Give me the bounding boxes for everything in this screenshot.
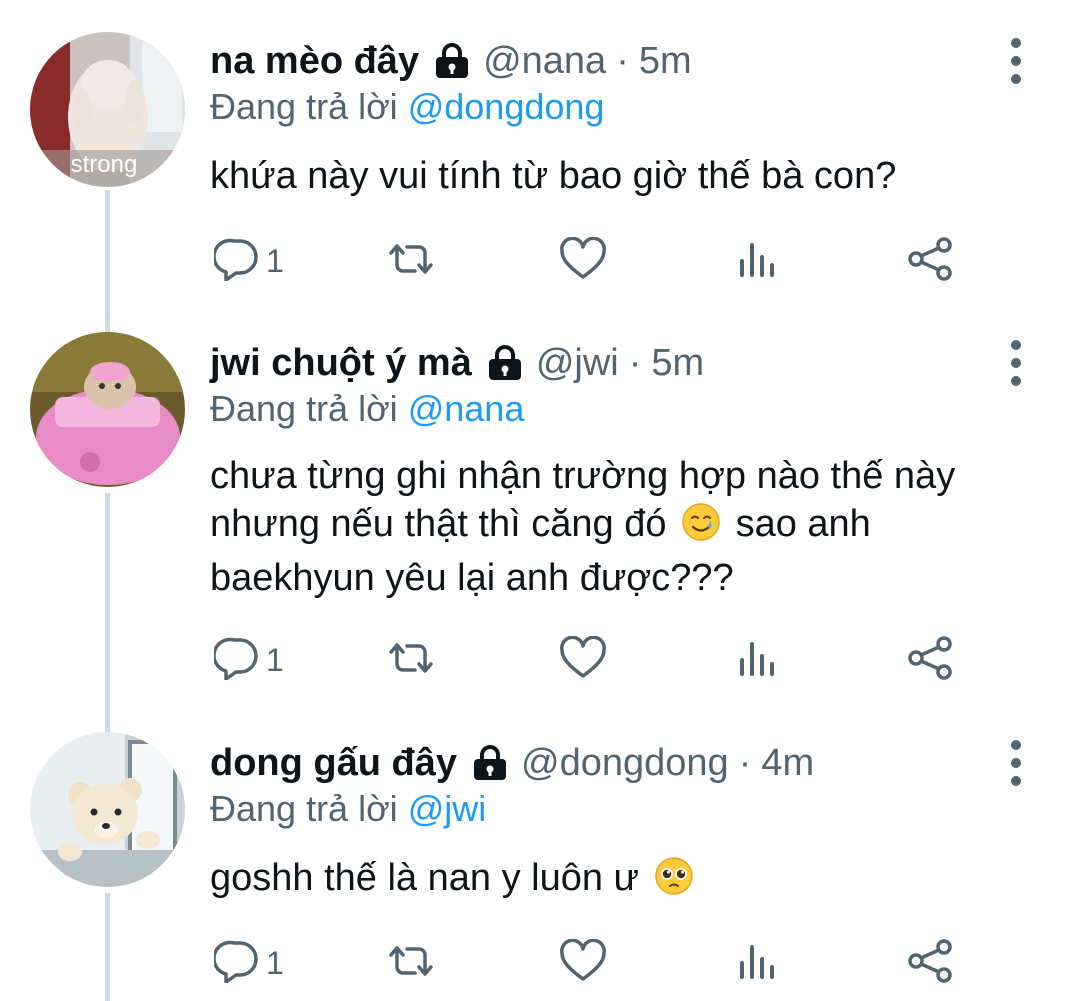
views-button[interactable] [737,938,777,988]
share-icon [906,236,954,286]
tweet[interactable]: dong gấu đây @dongdong · 4m Đang trả lời… [0,732,1080,1001]
action-bar: 1 [0,236,1080,286]
more-icon[interactable] [1004,340,1028,386]
share-icon [906,938,954,988]
user-handle[interactable]: @nana [483,40,606,83]
reply-count: 1 [266,641,284,678]
tweet-header: jwi chuột ý mà @jwi · 5m [210,338,704,388]
lock-icon [486,345,524,381]
separator-dot: · [738,741,752,784]
timestamp[interactable]: 4m [761,742,814,785]
display-name[interactable]: dong gấu đây [210,742,457,785]
retweet-button[interactable] [385,236,437,286]
reply-prefix: Đang trả lời [210,788,398,829]
reply-mention[interactable]: @jwi [408,788,487,829]
more-icon[interactable] [1004,740,1028,786]
like-button[interactable] [558,635,608,685]
tweet-text: khứa này vui tính từ bao giờ thế bà con? [210,152,1030,200]
reply-icon [212,939,260,988]
display-name[interactable]: na mèo đây [210,40,419,83]
timestamp[interactable]: 5m [651,342,704,385]
views-icon [737,239,777,284]
reply-count: 1 [266,242,284,279]
reply-icon [212,636,260,685]
lock-icon [433,43,471,79]
reply-mention[interactable]: @nana [408,388,525,429]
display-name[interactable]: jwi chuột ý mà [210,342,472,385]
timestamp[interactable]: 5m [639,40,692,83]
tweet-text-line: chưa từng ghi nhận trường hợp nào thế nà… [210,455,956,497]
views-icon [737,638,777,683]
reply-prefix: Đang trả lời [210,388,398,429]
reply-icon [212,237,260,286]
replying-to: Đang trả lời @nana [210,388,524,430]
separator-dot: · [628,341,642,384]
retweet-icon [385,239,437,284]
lock-icon [471,745,509,781]
tweet-text-line: goshh thế là nan y luôn ư [210,857,639,899]
reply-mention[interactable]: @dongdong [408,86,605,127]
share-button[interactable] [906,236,954,286]
tweet-header: dong gấu đây @dongdong · 4m [210,738,814,788]
tweet-text-line: khứa này vui tính từ bao giờ thế bà con? [210,155,897,197]
views-icon [737,941,777,986]
reply-prefix: Đang trả lời [210,86,398,127]
user-handle[interactable]: @jwi [536,342,619,385]
reply-button[interactable]: 1 [212,236,284,286]
tweet[interactable]: jwi chuột ý mà @jwi · 5m Đang trả lời @n… [0,332,1080,698]
views-button[interactable] [737,236,777,286]
avatar-label: strong [71,151,138,178]
tweet-text-line: baekhyun yêu lại anh được??? [210,557,734,599]
tweet-text: chưa từng ghi nhận trường hợp nào thế nà… [210,452,1030,602]
replying-to: Đang trả lời @jwi [210,788,486,830]
hamster-in-pink-car-avatar-icon [30,332,185,487]
avatar[interactable] [30,732,185,887]
views-button[interactable] [737,635,777,685]
tweet-text: goshh thế là nan y luôn ư [210,854,1030,908]
like-button[interactable] [558,236,608,286]
like-icon [558,236,608,286]
more-icon[interactable] [1004,38,1028,84]
retweet-button[interactable] [385,938,437,988]
tweet-text-segment: nhưng nếu thật thì căng đó [210,503,667,545]
teddy-bear-window-avatar-icon [30,732,185,887]
like-icon [558,938,608,988]
replying-to: Đang trả lời @dongdong [210,86,604,128]
avatar[interactable] [30,332,185,487]
action-bar: 1 [0,938,1080,988]
user-handle[interactable]: @dongdong [521,742,729,785]
reply-button[interactable]: 1 [212,938,284,988]
tweet-text-segment: sao anh [735,503,871,545]
like-button[interactable] [558,938,608,988]
share-icon [906,635,954,685]
avatar[interactable]: strong [30,32,185,187]
retweet-button[interactable] [385,635,437,685]
reply-count: 1 [266,944,284,981]
share-button[interactable] [906,635,954,685]
smiling-face-with-tear-icon [681,502,721,554]
retweet-icon [385,638,437,683]
tweet-header: na mèo đây @nana · 5m [210,36,692,86]
tweet[interactable]: strong na mèo đây @nana · 5m Đang trả lờ… [0,32,1080,296]
like-icon [558,635,608,685]
share-button[interactable] [906,938,954,988]
reply-button[interactable]: 1 [212,635,284,685]
cat-photo-avatar-icon: strong [30,32,185,187]
pleading-face-icon [654,856,694,908]
tweet-text-line: nhưng nếu thật thì căng đó sao anh [210,500,1030,554]
retweet-icon [385,941,437,986]
action-bar: 1 [0,635,1080,685]
separator-dot: · [616,39,629,82]
